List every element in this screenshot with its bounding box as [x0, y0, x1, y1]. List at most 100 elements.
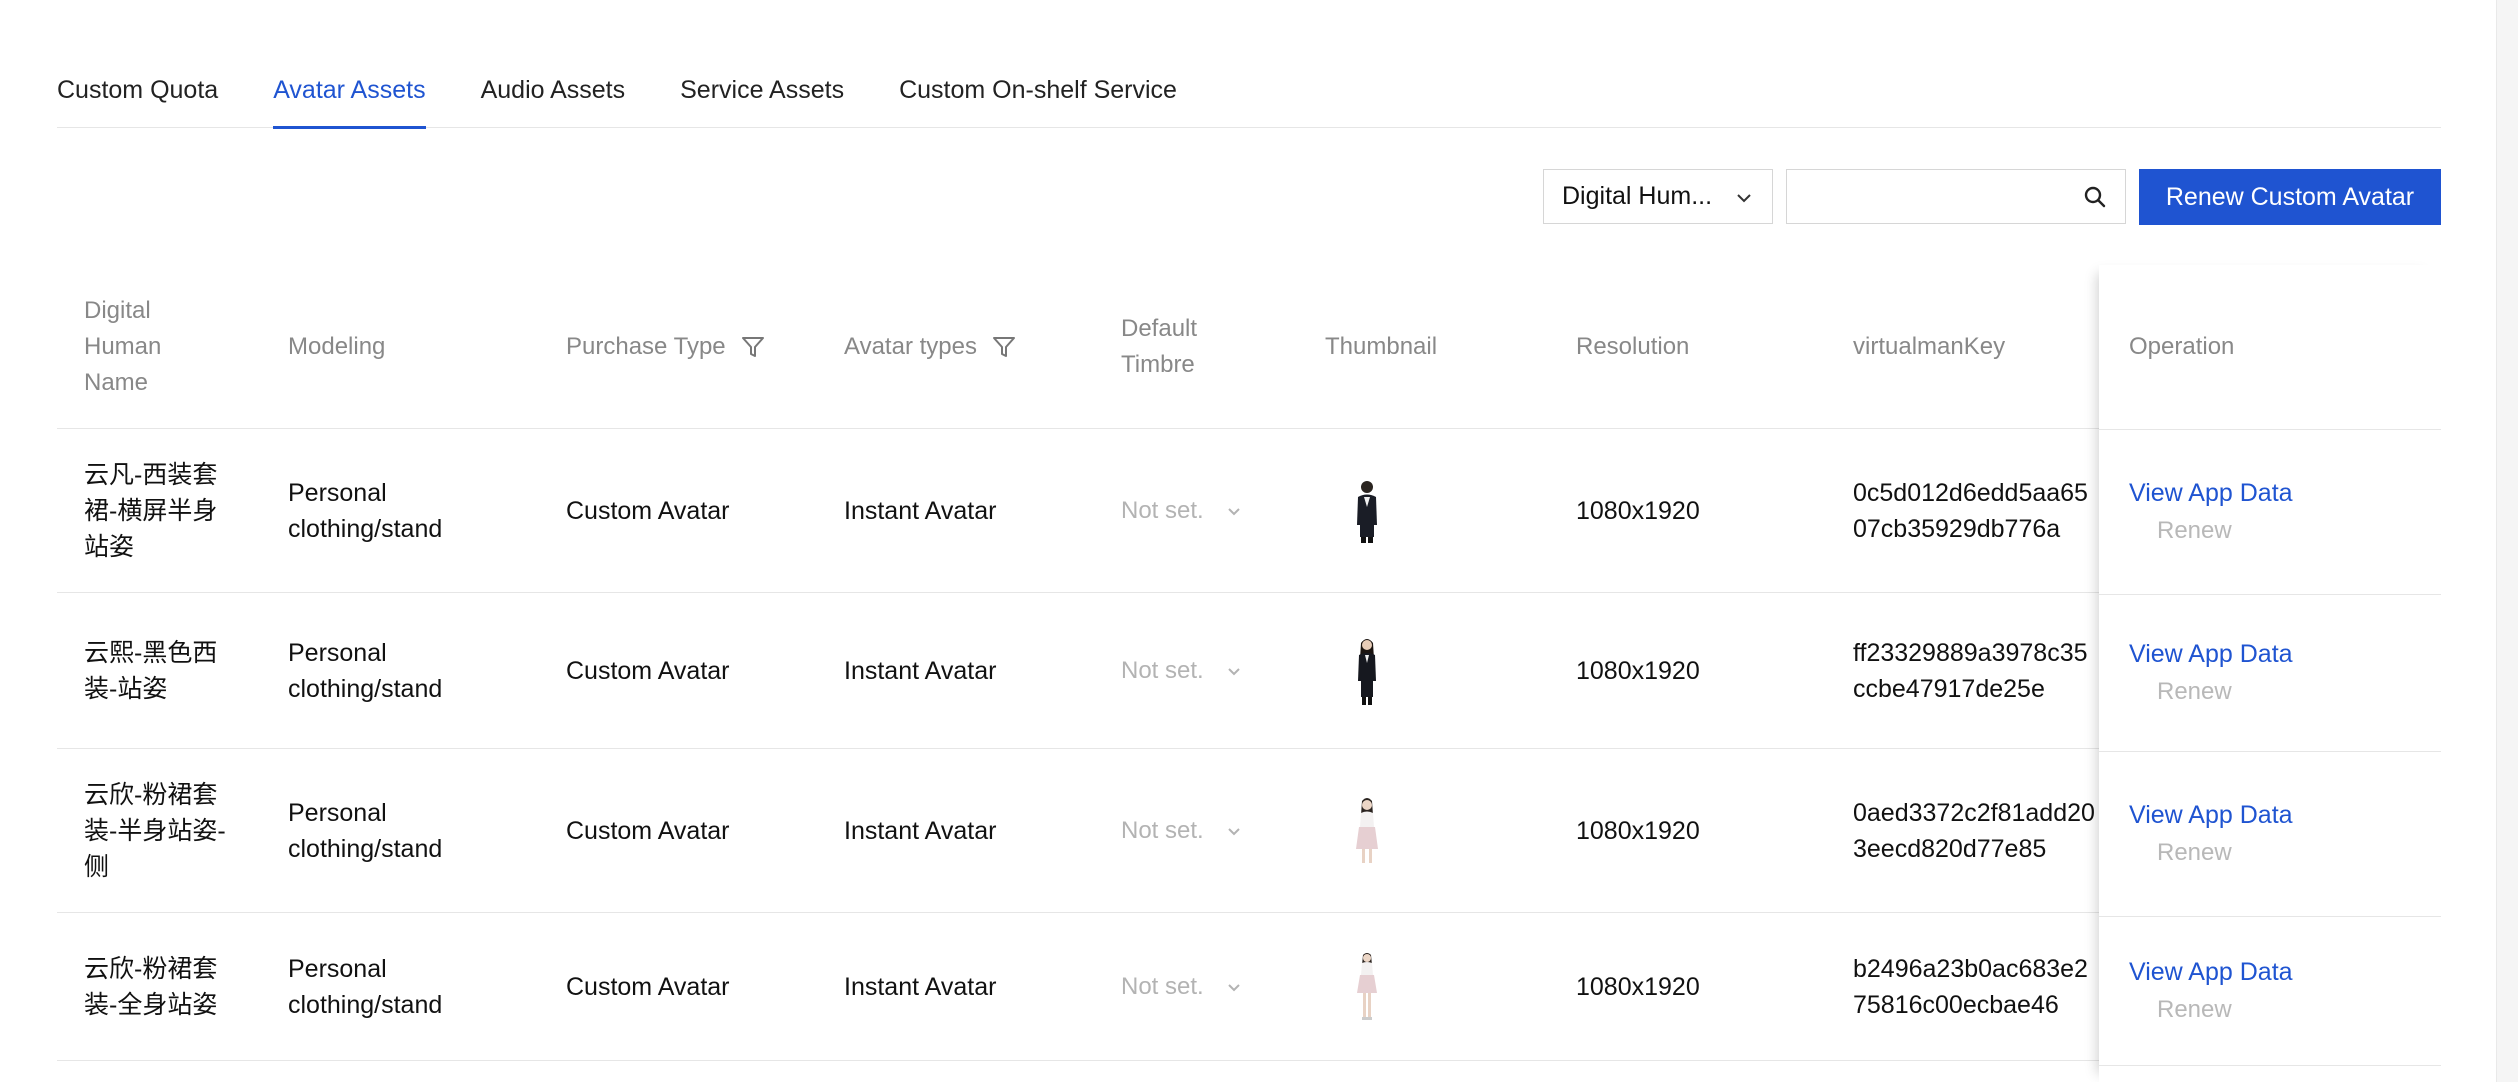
modeling-line: clothing/stand — [288, 990, 443, 1019]
table-row: 云凡-西装套 裙-横屏半身 站姿 Personal clothing/stand… — [57, 429, 2441, 593]
default-timbre-select[interactable]: Not set. — [1121, 913, 1242, 1060]
row-operations: View App Data Renew — [2129, 917, 2293, 1065]
modeling-line: Personal — [288, 954, 387, 983]
name-line: 侧 — [84, 852, 110, 881]
avatar-type-cell: Instant Avatar — [844, 816, 997, 845]
avatar-thumbnail[interactable] — [1347, 593, 1387, 748]
avatar-type-cell: Instant Avatar — [844, 496, 997, 525]
column-header-purchase-type: Purchase Type — [566, 265, 766, 429]
modeling-line: clothing/stand — [288, 834, 443, 863]
tab-avatar-assets[interactable]: Avatar Assets — [273, 40, 427, 129]
avatar-type-cell: Instant Avatar — [844, 972, 997, 1001]
purchase-type-cell: Custom Avatar — [566, 816, 730, 845]
tab-custom-quota[interactable]: Custom Quota — [57, 40, 218, 128]
column-header-virtualmankey: virtualmanKey — [1853, 333, 2006, 360]
column-header-name-line: Name — [84, 369, 149, 396]
default-timbre-select[interactable]: Not set. — [1121, 593, 1242, 748]
table-row: 云欣-粉裙套 装-全身站姿 Personal clothing/stand Cu… — [57, 913, 2441, 1061]
default-timbre-value: Not set. — [1121, 816, 1204, 844]
divider — [2099, 1065, 2441, 1066]
avatar-figure-icon — [1357, 480, 1377, 543]
tab-custom-on-shelf-service[interactable]: Custom On-shelf Service — [899, 40, 1177, 128]
virtualmankey-line: ccbe47917de25e — [1853, 674, 2045, 703]
avatar-assets-table: Digital Human Name Modeling Purchase Typ… — [57, 265, 2441, 1061]
row-operations: View App Data Renew — [2129, 595, 2293, 751]
scrollbar-track[interactable] — [2496, 0, 2518, 1082]
virtualmankey-line: 75816c00ecbae46 — [1853, 990, 2059, 1019]
column-header-modeling: Modeling — [288, 333, 386, 360]
tab-audio-assets[interactable]: Audio Assets — [481, 40, 626, 128]
modeling-line: Personal — [288, 478, 387, 507]
column-header-name: Digital Human Name — [84, 265, 234, 429]
virtualmankey-line: ff23329889a3978c35 — [1853, 638, 2088, 667]
column-header-thumbnail: Thumbnail — [1325, 333, 1438, 360]
avatar-assets-page: Custom Quota Avatar Assets Audio Assets … — [0, 0, 2518, 1082]
tab-service-assets[interactable]: Service Assets — [680, 40, 844, 128]
default-timbre-value: Not set. — [1121, 972, 1204, 1000]
chevron-down-icon — [1227, 983, 1240, 991]
digital-human-name: 云欣-粉裙套 装-半身站姿- 侧 — [84, 749, 226, 912]
virtualmankey-line: 07cb35929db776a — [1853, 514, 2061, 543]
name-line: 装-半身站姿- — [84, 816, 226, 845]
view-app-data-link[interactable]: View App Data — [2129, 474, 2293, 512]
avatar-thumbnail[interactable] — [1347, 913, 1387, 1060]
chevron-down-icon — [1227, 827, 1240, 835]
name-line: 站姿 — [84, 532, 135, 561]
search-icon[interactable] — [2081, 183, 2109, 211]
avatar-thumbnail[interactable] — [1347, 749, 1387, 912]
virtualmankey-line: 0aed3372c2f81add20 — [1853, 798, 2095, 827]
table-row: 云熙-黑色西 装-站姿 Personal clothing/stand Cust… — [57, 593, 2441, 749]
virtualmankey-cell: ff23329889a3978c35 ccbe47917de25e — [1853, 593, 2103, 748]
operation-column: Operation View App Data Renew View App D… — [2099, 265, 2441, 1082]
modeling-line: clothing/stand — [288, 674, 443, 703]
renew-button[interactable]: Renew — [2157, 991, 2293, 1029]
renew-button[interactable]: Renew — [2157, 673, 2293, 711]
renew-button[interactable]: Renew — [2157, 834, 2293, 872]
search-input[interactable] — [1787, 170, 2057, 221]
name-line: 裙-横屏半身 — [84, 496, 218, 525]
column-header-default-timbre: Default Timbre — [1121, 265, 1197, 429]
name-line: 装-站姿 — [84, 674, 168, 703]
modeling-cell: Personal clothing/stand — [288, 593, 442, 748]
view-app-data-link[interactable]: View App Data — [2129, 635, 2293, 673]
name-line: 云欣-粉裙套 — [84, 954, 218, 983]
name-line: 装-全身站姿 — [84, 990, 218, 1019]
default-timbre-select[interactable]: Not set. — [1121, 749, 1242, 912]
virtualmankey-line: 0c5d012d6edd5aa65 — [1853, 478, 2088, 507]
renew-button[interactable]: Renew — [2157, 512, 2293, 550]
table-row: 云欣-粉裙套 装-半身站姿- 侧 Personal clothing/stand… — [57, 749, 2441, 913]
column-header-default-timbre-line: Default — [1121, 315, 1198, 342]
digital-human-name: 云欣-粉裙套 装-全身站姿 — [84, 913, 217, 1060]
virtualmankey-cell: b2496a23b0ac683e2 75816c00ecbae46 — [1853, 913, 2103, 1060]
filter-field-select[interactable]: Digital Hum... — [1543, 169, 1773, 224]
column-header-avatar-types: Avatar types — [844, 265, 1017, 429]
chevron-down-icon — [1227, 507, 1240, 515]
avatar-thumbnail[interactable] — [1347, 429, 1387, 592]
renew-custom-avatar-button[interactable]: Renew Custom Avatar — [2139, 169, 2441, 225]
purchase-type-cell: Custom Avatar — [566, 496, 730, 525]
view-app-data-link[interactable]: View App Data — [2129, 796, 2293, 834]
row-operations: View App Data Renew — [2129, 430, 2293, 594]
purchase-type-cell: Custom Avatar — [566, 972, 730, 1001]
column-header-resolution: Resolution — [1576, 333, 1690, 360]
default-timbre-value: Not set. — [1121, 496, 1204, 524]
avatar-type-cell: Instant Avatar — [844, 656, 997, 685]
resolution-cell: 1080x1920 — [1576, 496, 1700, 525]
digital-human-name: 云凡-西装套 裙-横屏半身 站姿 — [84, 429, 217, 592]
virtualmankey-line: b2496a23b0ac683e2 — [1853, 954, 2088, 983]
view-app-data-link[interactable]: View App Data — [2129, 953, 2293, 991]
virtualmankey-cell: 0c5d012d6edd5aa65 07cb35929db776a — [1853, 429, 2103, 592]
default-timbre-select[interactable]: Not set. — [1121, 429, 1242, 592]
resolution-cell: 1080x1920 — [1576, 816, 1700, 845]
avatar-figure-icon — [1358, 638, 1376, 705]
resolution-cell: 1080x1920 — [1576, 656, 1700, 685]
purchase-type-cell: Custom Avatar — [566, 656, 730, 685]
modeling-line: Personal — [288, 798, 387, 827]
modeling-line: Personal — [288, 638, 387, 667]
table-header: Digital Human Name Modeling Purchase Typ… — [57, 265, 2441, 429]
virtualmankey-cell: 0aed3372c2f81add20 3eecd820d77e85 — [1853, 749, 2103, 912]
name-line: 云欣-粉裙套 — [84, 780, 218, 809]
filter-icon[interactable] — [740, 334, 766, 360]
filter-icon[interactable] — [991, 334, 1017, 360]
resolution-cell: 1080x1920 — [1576, 972, 1700, 1001]
